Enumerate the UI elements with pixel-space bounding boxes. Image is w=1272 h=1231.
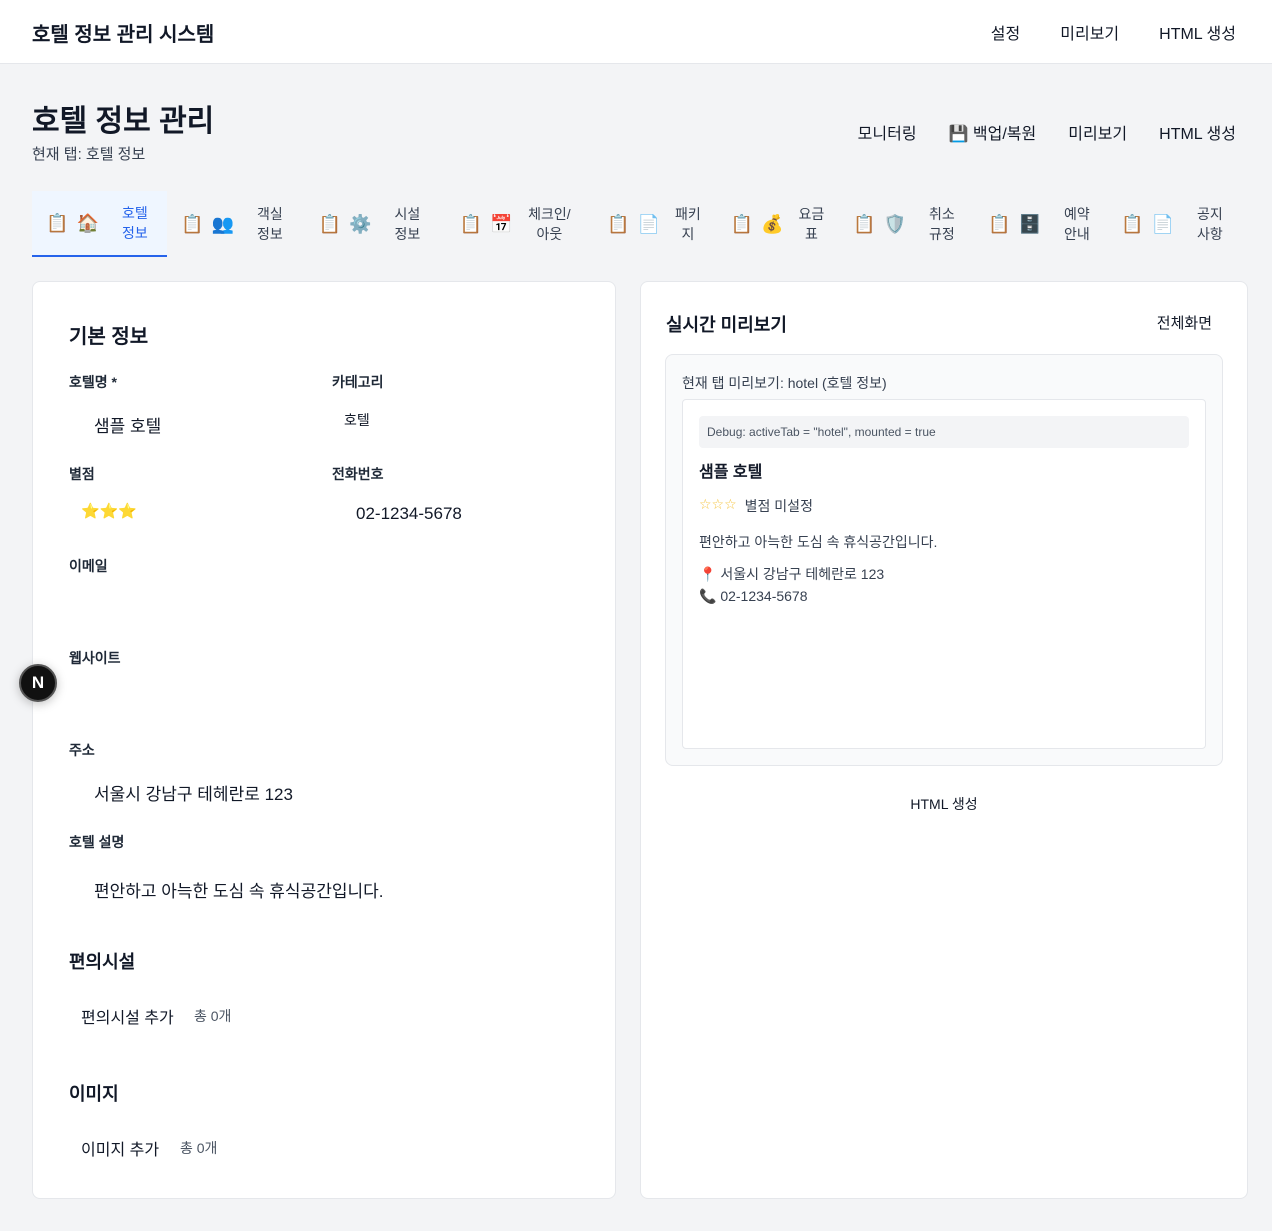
star-rating-select[interactable]: ⭐⭐⭐: [81, 502, 137, 520]
add-amenity-button[interactable]: 편의시설 추가: [81, 1004, 174, 1028]
tab-label: 요금표: [798, 206, 825, 242]
hotel-name-label: 호텔명 *: [69, 374, 117, 390]
page-subtitle: 현재 탭: 호텔 정보: [32, 146, 146, 163]
clipboard-icon: 📋: [607, 214, 630, 234]
document-icon: 📄: [637, 214, 660, 234]
email-label: 이메일: [69, 558, 108, 574]
add-image-button[interactable]: 이미지 추가: [81, 1136, 159, 1160]
preview-stars-text: 별점 미설정: [744, 498, 813, 514]
star-outline-icon: ☆☆☆: [699, 496, 737, 512]
preview-heading: 실시간 미리보기: [666, 315, 787, 335]
html-generate-link[interactable]: HTML 생성: [1159, 20, 1236, 44]
clipboard-icon: 📋: [318, 214, 341, 234]
tab-rates[interactable]: 📋 💰 요금표: [717, 191, 839, 257]
tab-label: 시설 정보: [394, 206, 421, 242]
preview-button[interactable]: 미리보기: [1068, 120, 1127, 144]
preview-html-generate-button[interactable]: HTML 생성: [641, 794, 1247, 814]
amenities-count: 총 0개: [194, 1008, 232, 1024]
tab-checkin-out[interactable]: 📋 📅 체크인/아웃: [442, 191, 592, 257]
preview-description: 편안하고 아늑한 도심 속 휴식공간입니다.: [699, 534, 938, 550]
tab-facility-info[interactable]: 📋 ⚙️ 시설 정보: [302, 191, 442, 257]
phone-label: 전화번호: [332, 466, 384, 482]
clipboard-icon: 📋: [181, 214, 204, 234]
money-bag-icon: 💰: [761, 214, 784, 234]
tab-label: 호텔 정보: [122, 205, 148, 241]
house-icon: 🏠: [76, 213, 99, 233]
amenities-heading: 편의시설: [69, 952, 136, 972]
settings-link[interactable]: 설정: [991, 20, 1020, 44]
tab-room-info[interactable]: 📋 👥 객실 정보: [167, 191, 302, 257]
tab-label: 패키지: [675, 206, 701, 242]
category-label: 카테고리: [332, 374, 384, 390]
stars-label: 별점: [69, 466, 95, 482]
basic-info-heading: 기본 정보: [69, 326, 149, 348]
tab-label: 공지 사항: [1197, 206, 1223, 242]
preview-caption: 현재 탭 미리보기: hotel (호텔 정보): [682, 375, 887, 391]
hotel-name-field[interactable]: 샘플 호텔: [94, 412, 161, 437]
preview-hotel-name: 샘플 호텔: [699, 464, 763, 481]
tab-notice[interactable]: 📋 📄 공지 사항: [1109, 191, 1240, 257]
live-preview-card: 실시간 미리보기 전체화면 현재 탭 미리보기: hotel (호텔 정보) D…: [640, 281, 1248, 1199]
app-title: 호텔 정보 관리 시스템: [32, 24, 215, 46]
tab-hotel-info[interactable]: 📋 🏠 호텔 정보: [32, 191, 167, 257]
website-label: 웹사이트: [69, 650, 121, 666]
tab-package[interactable]: 📋 📄 패키지: [592, 191, 717, 257]
calendar-icon: 📅: [490, 214, 513, 234]
preview-container: 현재 탭 미리보기: hotel (호텔 정보) Debug: activeTa…: [665, 354, 1223, 766]
tab-reservation-guide[interactable]: 📋 🗄️ 예약 안내: [974, 191, 1109, 257]
page-title: 호텔 정보 관리: [32, 105, 215, 138]
clipboard-icon: 📋: [1121, 214, 1144, 234]
tab-cancel-policy[interactable]: 📋 🛡️ 취소 규정: [839, 191, 974, 257]
clipboard-icon: 📋: [730, 214, 753, 234]
preview-frame: Debug: activeTab = "hotel", mounted = tr…: [682, 399, 1206, 749]
images-heading: 이미지: [69, 1084, 119, 1104]
people-icon: 👥: [211, 214, 234, 234]
page-actions: 모니터링 💾 백업/복원 미리보기 HTML 생성: [858, 120, 1236, 144]
phone-field[interactable]: 02-1234-5678: [356, 504, 462, 524]
images-count: 총 0개: [180, 1140, 218, 1156]
gear-icon: ⚙️: [349, 214, 372, 234]
tab-label: 예약 안내: [1064, 206, 1090, 242]
website-field[interactable]: [94, 684, 574, 710]
nextjs-badge-icon[interactable]: N: [19, 664, 57, 702]
cabinet-icon: 🗄️: [1018, 214, 1041, 234]
html-generate-button[interactable]: HTML 생성: [1159, 120, 1236, 144]
category-select[interactable]: 호텔: [344, 410, 370, 430]
address-field[interactable]: 서울시 강남구 테헤란로 123: [94, 780, 293, 805]
preview-phone: 📞 02-1234-5678: [699, 588, 808, 604]
tab-label: 객실 정보: [257, 206, 283, 242]
preview-stars: ☆☆☆ 별점 미설정: [699, 496, 813, 516]
shield-icon: 🛡️: [883, 214, 906, 234]
description-textarea[interactable]: 편안하고 아늑한 도심 속 휴식공간입니다.: [94, 877, 384, 902]
clipboard-icon: 📋: [988, 214, 1011, 234]
top-nav: 설정 미리보기 HTML 생성: [991, 20, 1236, 44]
description-label: 호텔 설명: [69, 834, 125, 850]
document-icon: 📄: [1151, 214, 1174, 234]
clipboard-icon: 📋: [459, 214, 482, 234]
tab-label: 체크인/아웃: [528, 206, 571, 242]
clipboard-icon: 📋: [853, 214, 876, 234]
address-label: 주소: [69, 742, 95, 758]
hotel-form-card: 기본 정보 호텔명 * 샘플 호텔 카테고리 호텔 별점 ⭐⭐⭐ 전화번호 02…: [32, 281, 616, 1199]
clipboard-icon: 📋: [46, 213, 69, 233]
preview-link[interactable]: 미리보기: [1060, 20, 1119, 44]
monitoring-button[interactable]: 모니터링: [858, 120, 917, 144]
debug-banner: Debug: activeTab = "hotel", mounted = tr…: [699, 416, 1189, 448]
tab-label: 취소 규정: [929, 206, 955, 242]
fullscreen-button[interactable]: 전체화면: [1157, 312, 1212, 333]
backup-restore-button[interactable]: 💾 백업/복원: [949, 120, 1037, 144]
preview-address: 📍 서울시 강남구 테헤란로 123: [699, 566, 885, 582]
email-field[interactable]: [94, 592, 574, 618]
tab-bar: 📋 🏠 호텔 정보 📋 👥 객실 정보 📋 ⚙️ 시설 정보 📋 📅 체크인/아…: [32, 191, 1240, 257]
top-bar: 호텔 정보 관리 시스템 설정 미리보기 HTML 생성: [0, 0, 1272, 64]
